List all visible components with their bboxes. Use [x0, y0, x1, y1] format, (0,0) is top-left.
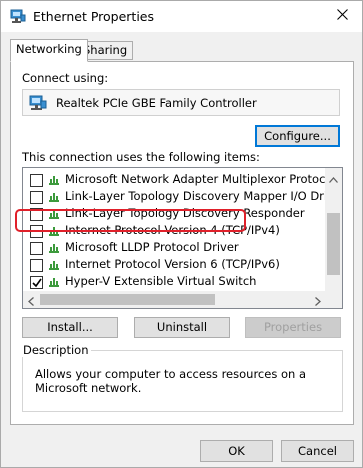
- list-item[interactable]: Link-Layer Topology Discovery Mapper I/O…: [23, 189, 342, 205]
- configure-button[interactable]: Configure...: [255, 125, 340, 147]
- item-checkbox[interactable]: [30, 191, 43, 204]
- network-adapter-icon: [29, 95, 47, 111]
- protocol-icon: [48, 174, 60, 186]
- install-button[interactable]: Install...: [22, 317, 118, 338]
- ok-button[interactable]: OK: [200, 440, 273, 462]
- highlight-annotation: [15, 209, 246, 232]
- item-checkbox[interactable]: [30, 276, 43, 289]
- item-checkbox[interactable]: [30, 259, 43, 272]
- window-title: Ethernet Properties: [33, 9, 154, 24]
- horizontal-scrollbar[interactable]: [23, 291, 326, 308]
- protocol-icon: [48, 259, 60, 271]
- title-bar: Ethernet Properties: [1, 1, 362, 32]
- close-button[interactable]: [330, 5, 354, 27]
- vertical-scrollbar[interactable]: [325, 168, 342, 292]
- properties-dialog: Ethernet Properties Networking Sharing C…: [0, 0, 363, 468]
- networking-panel: Connect using: Realtek PCIe GBE Family C…: [10, 61, 354, 425]
- scroll-up-icon[interactable]: [329, 172, 338, 186]
- item-label: Microsoft LLDP Protocol Driver: [65, 240, 239, 254]
- item-checkbox[interactable]: [30, 174, 43, 187]
- item-label: Microsoft Network Adapter Multiplexor Pr…: [65, 172, 336, 186]
- item-checkbox[interactable]: [30, 242, 43, 255]
- tab-networking[interactable]: Networking: [10, 39, 88, 62]
- network-adapter-icon: [10, 8, 26, 24]
- vertical-scroll-thumb[interactable]: [327, 213, 340, 275]
- scroll-right-icon[interactable]: [315, 295, 321, 308]
- horizontal-scroll-thumb[interactable]: [40, 294, 215, 305]
- protocol-icon: [48, 242, 60, 254]
- list-item[interactable]: Microsoft LLDP Protocol Driver: [23, 240, 323, 256]
- uninstall-button[interactable]: Uninstall: [134, 317, 230, 338]
- item-label: Internet Protocol Version 6 (TCP/IPv6): [65, 257, 280, 271]
- list-item[interactable]: Internet Protocol Version 6 (TCP/IPv6): [23, 257, 323, 273]
- protocol-icon: [48, 191, 60, 203]
- properties-button[interactable]: Properties: [245, 317, 341, 338]
- list-item[interactable]: Hyper-V Extensible Virtual Switch: [23, 274, 323, 290]
- components-label: This connection uses the following items…: [22, 150, 260, 164]
- description-title: Description: [21, 343, 91, 357]
- adapter-field: Realtek PCIe GBE Family Controller: [22, 89, 340, 116]
- components-list[interactable]: Microsoft Network Adapter Multiplexor Pr…: [22, 167, 343, 309]
- connect-using-label: Connect using:: [22, 71, 109, 85]
- adapter-name: Realtek PCIe GBE Family Controller: [56, 96, 257, 110]
- close-icon: [336, 9, 348, 23]
- list-item[interactable]: Microsoft Network Adapter Multiplexor Pr…: [23, 172, 336, 188]
- description-text: Allows your computer to access resources…: [35, 367, 306, 395]
- scroll-corner: [325, 291, 342, 308]
- item-label: Hyper-V Extensible Virtual Switch: [65, 274, 257, 288]
- item-label: Link-Layer Topology Discovery Mapper I/O…: [65, 189, 343, 203]
- protocol-icon: [48, 276, 60, 288]
- scroll-left-icon[interactable]: [28, 295, 34, 308]
- cancel-button[interactable]: Cancel: [281, 440, 354, 462]
